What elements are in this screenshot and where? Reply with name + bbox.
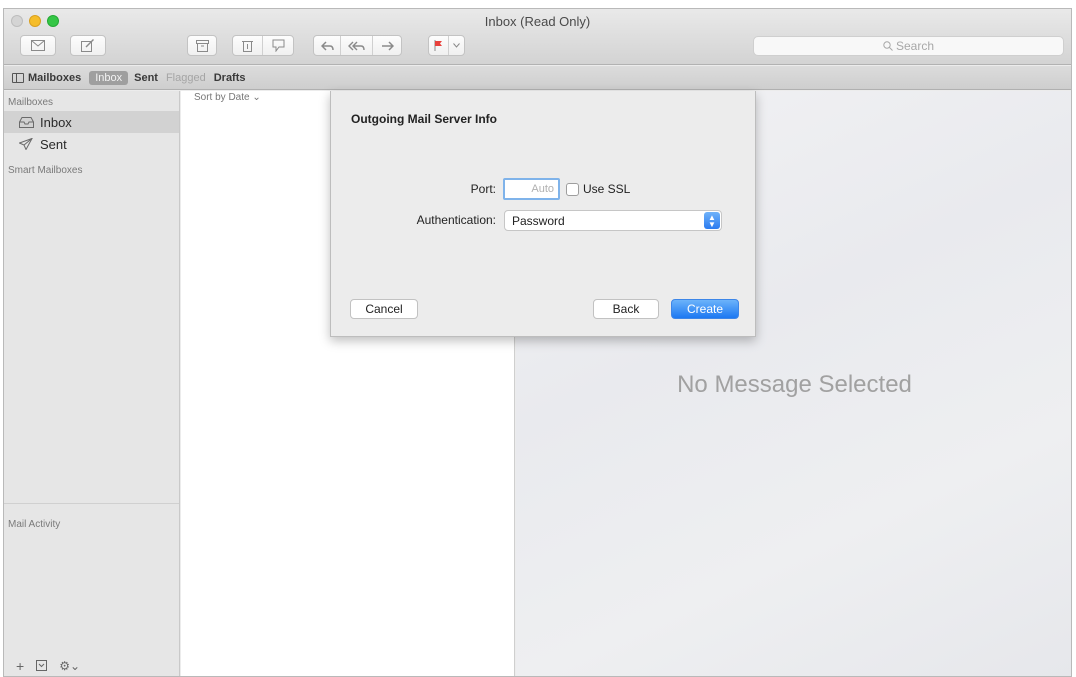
search-icon <box>883 41 893 51</box>
sort-label: Sort by Date <box>194 92 250 103</box>
authentication-label: Authentication: <box>416 213 496 227</box>
title-bar: Inbox (Read Only) Search <box>4 9 1071 65</box>
mail-activity-header: Mail Activity <box>8 519 61 530</box>
back-button[interactable]: Back <box>593 299 659 319</box>
auth-row: Authentication: <box>371 213 496 227</box>
authentication-popup[interactable]: Password ▲ ▼ <box>504 210 722 231</box>
sidebar-item-sent[interactable]: Sent <box>4 133 179 155</box>
search-field[interactable]: Search <box>753 36 1064 56</box>
mailboxes-header: Mailboxes <box>8 97 54 108</box>
chevron-down-icon <box>453 43 460 48</box>
use-ssl-label: Use SSL <box>583 182 631 196</box>
search-placeholder: Search <box>895 39 935 53</box>
forward-button[interactable] <box>373 36 401 55</box>
port-row: Port: Auto Use SSL <box>441 178 630 200</box>
mail-window: Inbox (Read Only) Search Mailboxes Inbox… <box>3 8 1072 677</box>
inbox-icon <box>18 116 34 128</box>
favorite-sent[interactable]: Sent <box>134 72 158 84</box>
reply-icon <box>320 40 334 51</box>
port-input[interactable]: Auto <box>503 178 560 200</box>
sidebar-divider <box>4 503 179 504</box>
no-message-text: No Message Selected <box>677 371 912 398</box>
sidebar-item-label: Inbox <box>40 114 72 130</box>
flag-menu-button[interactable] <box>449 36 464 55</box>
cancel-button[interactable]: Cancel <box>350 299 418 319</box>
chevron-down-icon: ⌄ <box>252 92 261 103</box>
sent-icon <box>18 138 34 150</box>
favorites-bar: Mailboxes Inbox Sent Flagged Drafts <box>4 66 1071 90</box>
reply-button[interactable] <box>314 36 341 55</box>
outgoing-server-dialog: Outgoing Mail Server Info Port: Auto Use… <box>330 91 756 337</box>
sidebar-item-label: Sent <box>40 136 67 152</box>
smart-mailboxes-header: Smart Mailboxes <box>8 165 83 176</box>
add-icon[interactable]: + <box>16 658 24 674</box>
archive-icon <box>195 39 209 52</box>
popup-arrows-icon: ▲ ▼ <box>704 212 720 229</box>
show-hide-icon[interactable] <box>36 658 48 674</box>
reply-all-icon <box>348 41 365 50</box>
use-ssl-checkbox[interactable] <box>566 182 579 196</box>
reply-group <box>313 35 402 56</box>
sidebar-item-inbox[interactable]: Inbox <box>4 111 179 133</box>
get-mail-button[interactable] <box>20 35 56 56</box>
create-button[interactable]: Create <box>671 299 739 319</box>
mailbox-sidebar: Mailboxes Inbox Sent Smart Mailboxes Mai… <box>4 91 180 676</box>
dialog-title: Outgoing Mail Server Info <box>351 112 498 126</box>
favorite-inbox[interactable]: Inbox <box>89 70 129 85</box>
favorite-flagged[interactable]: Flagged <box>166 72 206 84</box>
authentication-value: Password <box>512 213 565 228</box>
flag-icon <box>434 40 442 51</box>
sidebar-bottom-bar: + ⚙⌄ <box>16 658 80 674</box>
delete-junk-group <box>232 35 294 56</box>
compose-button[interactable] <box>70 35 106 56</box>
archive-button[interactable] <box>187 35 217 56</box>
delete-button[interactable] <box>233 36 263 55</box>
port-label: Port: <box>470 182 496 196</box>
flag-group <box>428 35 465 56</box>
window-title: Inbox (Read Only) <box>484 14 591 29</box>
compose-icon <box>81 39 94 52</box>
gear-icon[interactable]: ⚙⌄ <box>59 659 80 673</box>
delete-icon <box>242 41 253 52</box>
flag-button[interactable] <box>429 36 449 55</box>
mailboxes-label: Mailboxes <box>28 71 82 84</box>
forward-icon <box>381 40 394 51</box>
junk-icon <box>272 39 284 52</box>
junk-button[interactable] <box>263 36 293 55</box>
mailboxes-toggle-button[interactable]: Mailboxes <box>12 72 81 84</box>
sidebar-toggle-icon <box>12 72 24 83</box>
get-mail-icon <box>31 40 45 51</box>
reply-all-button[interactable] <box>341 36 373 55</box>
favorite-drafts[interactable]: Drafts <box>214 72 246 84</box>
